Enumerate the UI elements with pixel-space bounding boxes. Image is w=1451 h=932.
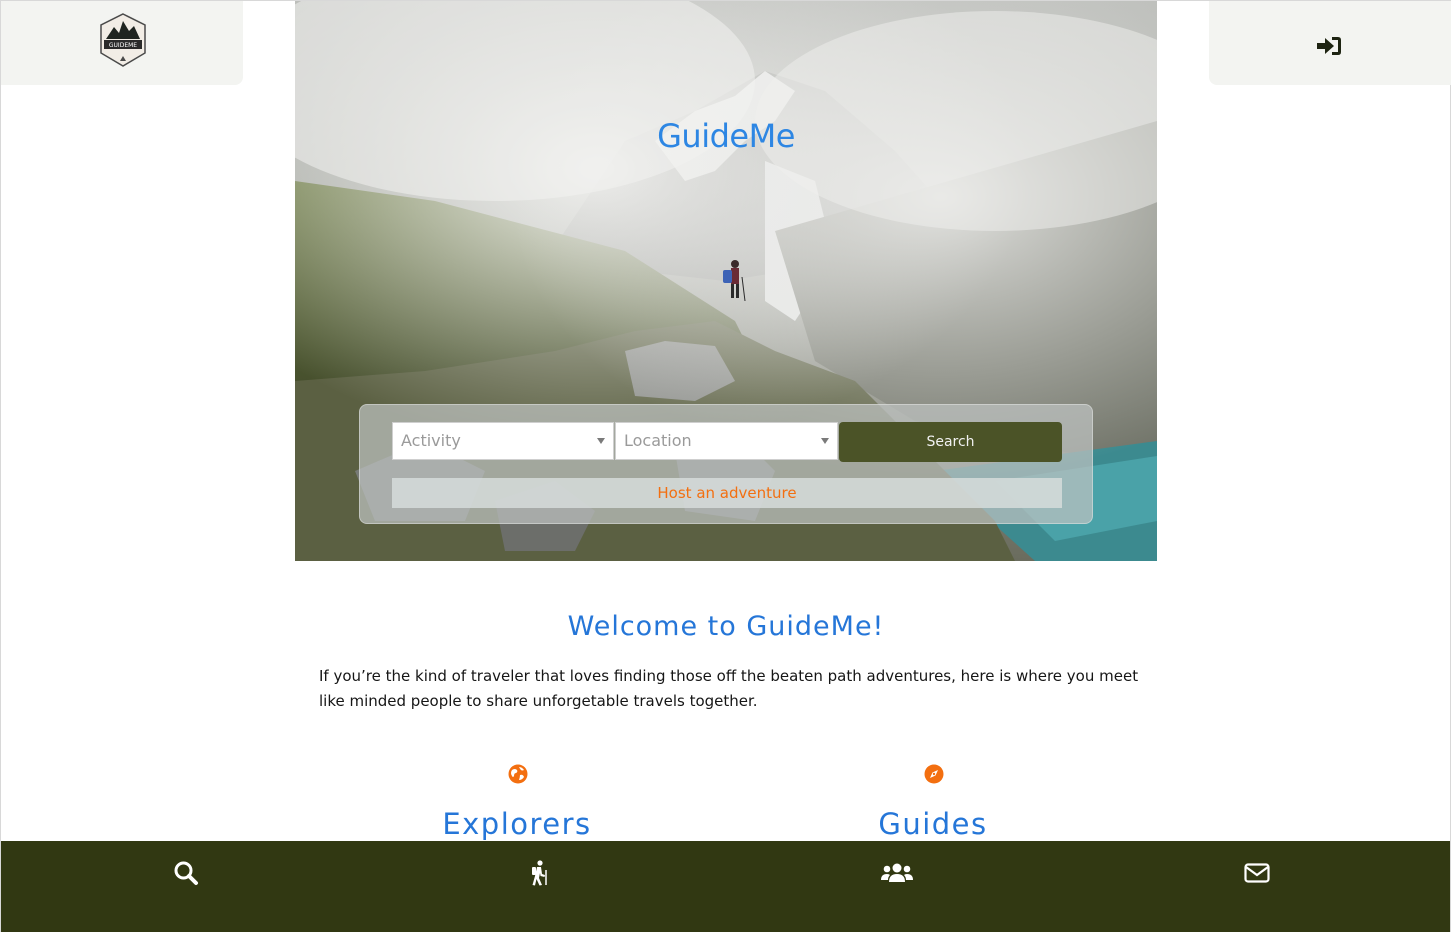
guideme-logo[interactable]: GUIDEME [100, 13, 146, 67]
nav-search[interactable] [166, 857, 206, 889]
search-button[interactable]: Search [839, 422, 1062, 462]
search-icon [174, 861, 198, 885]
guides-title: Guides [878, 807, 988, 841]
svg-text:GUIDEME: GUIDEME [109, 42, 137, 49]
caret-down-icon [597, 438, 605, 444]
sign-in-icon[interactable] [1316, 35, 1342, 57]
users-icon [881, 863, 913, 882]
location-select[interactable]: Location [615, 422, 838, 460]
logo-card: GUIDEME [1, 1, 243, 85]
hero-banner: GuideMe Activity Location Search Host an… [295, 1, 1157, 561]
compass-icon [924, 764, 944, 784]
welcome-title: Welcome to GuideMe! [567, 611, 885, 642]
host-adventure-button[interactable]: Host an adventure [392, 478, 1062, 508]
location-select-placeholder: Location [624, 431, 692, 450]
globe-icon [508, 764, 528, 784]
hiking-icon [532, 860, 547, 886]
envelope-icon [1244, 863, 1270, 883]
activity-select[interactable]: Activity [392, 422, 614, 460]
search-panel: Activity Location Search Host an adventu… [359, 404, 1093, 524]
explorers-title: Explorers [442, 807, 592, 841]
caret-down-icon [821, 438, 829, 444]
activity-select-placeholder: Activity [401, 431, 461, 450]
nav-hiking[interactable] [519, 857, 559, 889]
nav-mail[interactable] [1237, 857, 1277, 889]
nav-groups[interactable] [877, 857, 917, 889]
hero-title: GuideMe [657, 117, 795, 155]
welcome-text: If you’re the kind of traveler that love… [319, 667, 1139, 710]
bottom-nav [1, 841, 1450, 932]
